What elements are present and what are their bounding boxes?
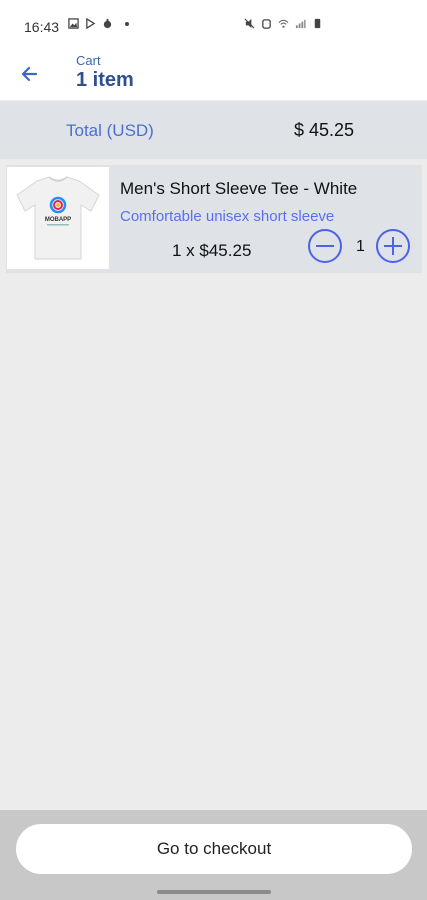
plus-icon-vertical: [392, 237, 394, 255]
tshirt-logo-text: MOBAPP: [45, 217, 71, 223]
play-store-icon: [86, 18, 96, 29]
total-bar: Total (USD) $ 45.25: [0, 101, 427, 159]
header-subtitle: Cart: [76, 53, 101, 68]
gallery-icon: [68, 18, 79, 29]
back-arrow-icon[interactable]: [16, 60, 44, 88]
minus-icon: [316, 245, 334, 247]
status-bar: 16:43: [0, 0, 427, 50]
status-notification-icons: [68, 18, 129, 29]
wifi-icon: [278, 19, 289, 28]
app-header: Cart 1 item: [0, 50, 427, 100]
app-notification-icon: [103, 18, 112, 29]
alarm-icon: [262, 19, 271, 29]
product-thumbnail[interactable]: MOBAPP: [7, 167, 109, 269]
cart-item[interactable]: MOBAPP Men's Short Sleeve Tee - White Co…: [6, 165, 422, 273]
decrease-quantity-button[interactable]: [308, 229, 342, 263]
checkout-button[interactable]: Go to checkout: [16, 824, 412, 874]
total-label: Total (USD): [66, 121, 154, 140]
home-indicator[interactable]: [157, 890, 271, 894]
item-name[interactable]: Men's Short Sleeve Tee - White: [120, 179, 357, 199]
page-title: 1 item: [76, 69, 134, 91]
tshirt-image: MOBAPP: [16, 176, 100, 260]
item-price-line: 1 x $45.25: [172, 241, 252, 260]
status-system-icons: [244, 18, 323, 29]
status-time: 16:43: [24, 19, 60, 35]
more-notifications-dot: [125, 21, 129, 26]
signal-icon: [295, 19, 306, 29]
item-description: Comfortable unisex short sleeve: [120, 208, 335, 225]
total-value: $ 45.25: [294, 120, 355, 140]
quantity-value: 1: [356, 238, 365, 255]
mute-icon: [244, 18, 255, 29]
footer: Go to checkout: [0, 810, 427, 900]
increase-quantity-button[interactable]: [376, 229, 410, 263]
battery-icon: [314, 18, 321, 29]
